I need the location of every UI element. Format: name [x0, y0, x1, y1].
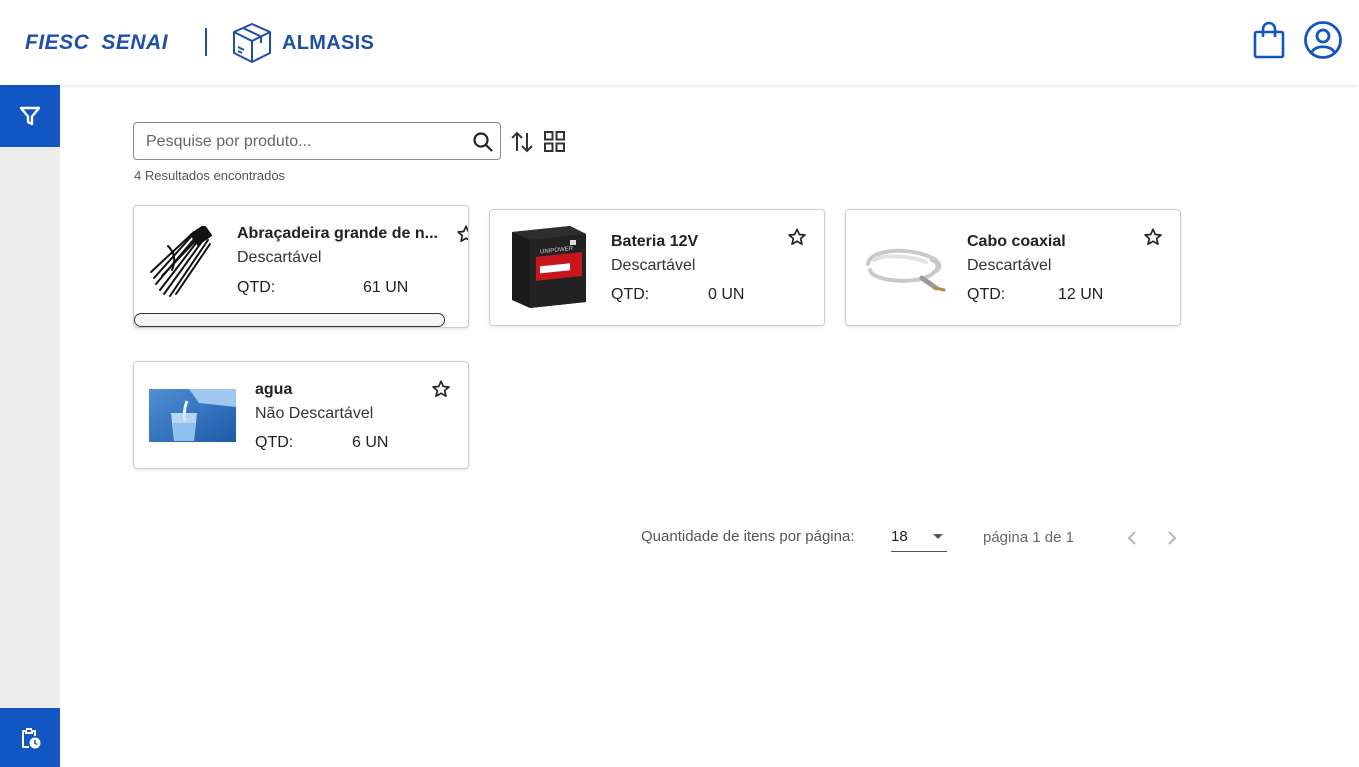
quantity-value: 6 UN	[352, 434, 389, 451]
favorite-star-icon[interactable]	[456, 224, 469, 244]
product-name: Cabo coaxial	[967, 233, 1066, 250]
dropdown-arrow-icon	[933, 534, 943, 539]
battery-image: UNIPOWER	[512, 226, 586, 308]
results-count: 4 Resultados encontrados	[134, 168, 286, 183]
chevron-right-icon[interactable]	[1162, 528, 1182, 548]
product-name: agua	[255, 381, 293, 398]
page-indicator: página 1 de 1	[983, 529, 1074, 546]
brand-fiesc-text: FIESC	[25, 31, 90, 54]
product-type: Descartável	[237, 249, 322, 266]
product-card[interactable]: Cabo coaxial Descartável QTD: 12 UN	[845, 209, 1181, 326]
app-header: FIESC SENAI ALMASIS	[0, 0, 1359, 85]
quantity-label: QTD:	[237, 279, 276, 296]
filter-button[interactable]	[0, 85, 60, 147]
clipboard-clock-icon	[22, 727, 41, 748]
cable-ties-image	[150, 226, 213, 297]
search-icon[interactable]	[472, 131, 494, 153]
quantity-value: 61 UN	[363, 279, 409, 296]
items-per-page-label: Quantidade de itens por página:	[641, 528, 855, 545]
items-per-page-value: 18	[891, 528, 908, 545]
brand-senai-text: SENAI	[101, 31, 169, 54]
product-card[interactable]: UNIPOWER Bateria 12V Descartável QTD: 0 …	[489, 209, 825, 326]
favorite-star-icon[interactable]	[1143, 227, 1163, 247]
filter-icon	[19, 106, 41, 126]
quantity-label: QTD:	[255, 434, 294, 451]
product-name: Abraçadeira grande de n...	[237, 225, 438, 242]
quantity-label: QTD:	[611, 286, 650, 303]
search-field[interactable]	[133, 122, 501, 160]
items-per-page-select[interactable]: 18	[891, 524, 947, 552]
search-input[interactable]	[146, 131, 466, 153]
product-card[interactable]: agua Não Descartável QTD: 6 UN	[133, 361, 469, 469]
horizontal-scrollbar[interactable]	[134, 313, 445, 327]
chevron-left-icon[interactable]	[1122, 528, 1142, 548]
sort-icon[interactable]	[509, 129, 535, 155]
fiesc-senai-logo: FIESC SENAI	[25, 31, 168, 55]
product-card[interactable]: Abraçadeira grande de n... Descartável Q…	[133, 205, 469, 328]
box-logo-icon	[233, 23, 271, 63]
history-button[interactable]	[0, 708, 60, 767]
sidebar	[0, 85, 60, 767]
favorite-star-icon[interactable]	[431, 379, 451, 399]
favorite-star-icon[interactable]	[787, 227, 807, 247]
shopping-bag-icon[interactable]	[1252, 21, 1286, 59]
quantity-value: 0 UN	[708, 286, 745, 303]
user-account-icon[interactable]	[1303, 20, 1343, 60]
product-name: Bateria 12V	[611, 233, 699, 250]
coaxial-cable-image	[866, 248, 946, 292]
app-name: ALMASIS	[282, 32, 375, 54]
quantity-label: QTD:	[967, 286, 1006, 303]
product-type: Descartável	[967, 257, 1052, 274]
quantity-value: 12 UN	[1058, 286, 1104, 303]
water-glass-image	[149, 389, 236, 442]
grid-view-icon[interactable]	[543, 130, 566, 153]
product-type: Descartável	[611, 257, 696, 274]
product-type: Não Descartável	[255, 405, 374, 422]
brand-divider	[205, 28, 207, 56]
